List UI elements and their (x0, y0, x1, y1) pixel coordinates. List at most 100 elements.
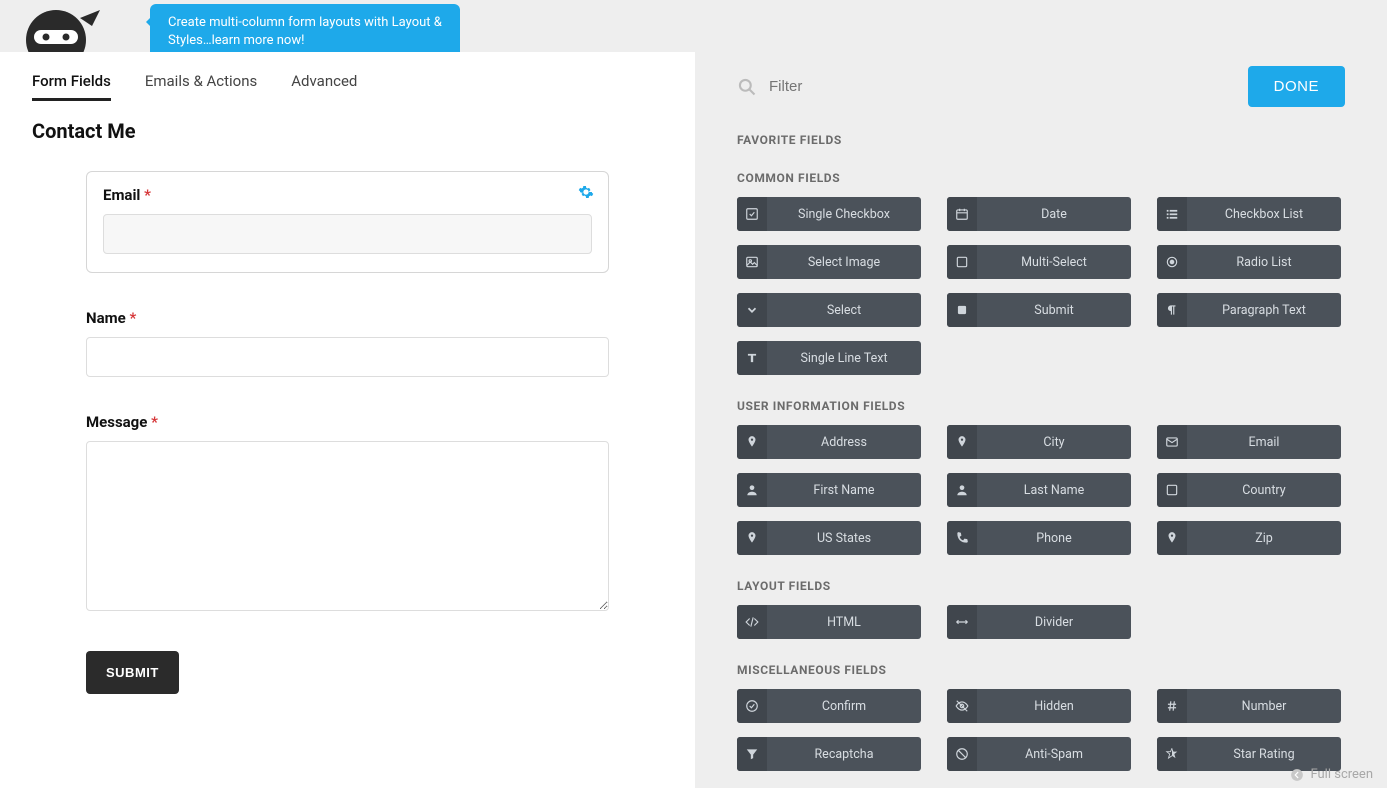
field-type-anti-spam[interactable]: Anti-Spam (947, 737, 1131, 771)
ninja-logo (8, 0, 104, 52)
field-type-label: Submit (977, 293, 1131, 327)
field-type-first-name[interactable]: First Name (737, 473, 921, 507)
field-type-address[interactable]: Address (737, 425, 921, 459)
field-type-confirm[interactable]: Confirm (737, 689, 921, 723)
field-type-hidden[interactable]: Hidden (947, 689, 1131, 723)
fullscreen-label: Full screen (1310, 767, 1373, 782)
field-name-block[interactable]: Name * (86, 309, 609, 377)
field-type-label: Star Rating (1187, 737, 1341, 771)
fullscreen-toggle[interactable]: Full screen (1290, 767, 1373, 782)
field-type-zip[interactable]: Zip (1157, 521, 1341, 555)
arrow-left-icon (1290, 768, 1304, 782)
pin-icon (737, 425, 767, 459)
square-icon (947, 245, 977, 279)
stop-icon (947, 293, 977, 327)
section-favorite[interactable]: FAVORITE FIELDS (737, 133, 1345, 147)
hash-icon (1157, 689, 1187, 723)
field-type-label: Email (1187, 425, 1341, 459)
field-type-label: Recaptcha (767, 737, 921, 771)
field-type-single-line-text[interactable]: Single Line Text (737, 341, 921, 375)
done-button[interactable]: DONE (1248, 66, 1345, 107)
field-type-label: Single Line Text (767, 341, 921, 375)
field-type-label: HTML (767, 605, 921, 639)
field-type-label: Number (1187, 689, 1341, 723)
field-type-phone[interactable]: Phone (947, 521, 1131, 555)
field-type-label: Single Checkbox (767, 197, 921, 231)
email-field[interactable] (103, 214, 592, 254)
search-icon (737, 77, 757, 97)
name-label: Name * (86, 309, 609, 327)
field-type-number[interactable]: Number (1157, 689, 1341, 723)
email-label: Email * (103, 186, 592, 204)
star-half-icon (1157, 737, 1187, 771)
field-type-multi-select[interactable]: Multi-Select (947, 245, 1131, 279)
field-type-select[interactable]: Select (737, 293, 921, 327)
ban-icon (947, 737, 977, 771)
field-type-label: Hidden (977, 689, 1131, 723)
calendar-icon (947, 197, 977, 231)
field-type-checkbox-list[interactable]: Checkbox List (1157, 197, 1341, 231)
field-type-country[interactable]: Country (1157, 473, 1341, 507)
field-type-submit[interactable]: Submit (947, 293, 1131, 327)
submit-button[interactable]: SUBMIT (86, 651, 179, 694)
field-type-paragraph-text[interactable]: Paragraph Text (1157, 293, 1341, 327)
arrows-h-icon (947, 605, 977, 639)
field-type-label: Date (977, 197, 1131, 231)
builder-tabs: Form Fields Emails & Actions Advanced (32, 72, 663, 101)
field-type-last-name[interactable]: Last Name (947, 473, 1131, 507)
field-type-single-checkbox[interactable]: Single Checkbox (737, 197, 921, 231)
tab-form-fields[interactable]: Form Fields (32, 72, 111, 101)
field-library-pane: DONE FAVORITE FIELDS COMMON FIELDS Singl… (695, 52, 1387, 788)
field-type-label: Phone (977, 521, 1131, 555)
required-mark: * (151, 413, 158, 431)
section-misc[interactable]: MISCELLANEOUS FIELDS (737, 663, 1345, 677)
field-type-email[interactable]: Email (1157, 425, 1341, 459)
field-type-label: Paragraph Text (1187, 293, 1341, 327)
filter-icon (737, 737, 767, 771)
field-type-select-image[interactable]: Select Image (737, 245, 921, 279)
image-icon (737, 245, 767, 279)
tab-advanced[interactable]: Advanced (291, 72, 357, 101)
field-type-radio-list[interactable]: Radio List (1157, 245, 1341, 279)
field-type-label: Anti-Spam (977, 737, 1131, 771)
user-icon (947, 473, 977, 507)
pin-icon (737, 521, 767, 555)
name-field[interactable] (86, 337, 609, 377)
tab-emails-actions[interactable]: Emails & Actions (145, 72, 257, 101)
field-type-label: City (977, 425, 1131, 459)
message-field[interactable] (86, 441, 609, 611)
envelope-icon (1157, 425, 1187, 459)
required-mark: * (144, 186, 151, 204)
section-common[interactable]: COMMON FIELDS (737, 171, 1345, 185)
square-o-icon (1157, 473, 1187, 507)
pin-icon (1157, 521, 1187, 555)
message-label: Message * (86, 413, 609, 431)
paragraph-icon (1157, 293, 1187, 327)
text-icon (737, 341, 767, 375)
field-email-card[interactable]: Email * (86, 171, 609, 273)
field-type-us-states[interactable]: US States (737, 521, 921, 555)
field-message-block[interactable]: Message * (86, 413, 609, 615)
field-type-label: Select (767, 293, 921, 327)
check-circle-icon (737, 689, 767, 723)
section-user[interactable]: USER INFORMATION FIELDS (737, 399, 1345, 413)
required-mark: * (129, 309, 136, 327)
field-type-city[interactable]: City (947, 425, 1131, 459)
gear-icon[interactable] (578, 184, 594, 200)
field-type-date[interactable]: Date (947, 197, 1131, 231)
field-type-label: Select Image (767, 245, 921, 279)
filter-input[interactable] (769, 78, 1248, 95)
field-type-star-rating[interactable]: Star Rating (1157, 737, 1341, 771)
section-layout[interactable]: LAYOUT FIELDS (737, 579, 1345, 593)
field-type-label: Confirm (767, 689, 921, 723)
field-type-label: US States (767, 521, 921, 555)
field-type-html[interactable]: HTML (737, 605, 921, 639)
field-type-label: Zip (1187, 521, 1341, 555)
field-type-recaptcha[interactable]: Recaptcha (737, 737, 921, 771)
check-square-icon (737, 197, 767, 231)
field-type-divider[interactable]: Divider (947, 605, 1131, 639)
eye-slash-icon (947, 689, 977, 723)
promo-banner[interactable]: Create multi-column form layouts with La… (150, 4, 460, 59)
form-title: Contact Me (32, 119, 663, 143)
field-type-label: Address (767, 425, 921, 459)
